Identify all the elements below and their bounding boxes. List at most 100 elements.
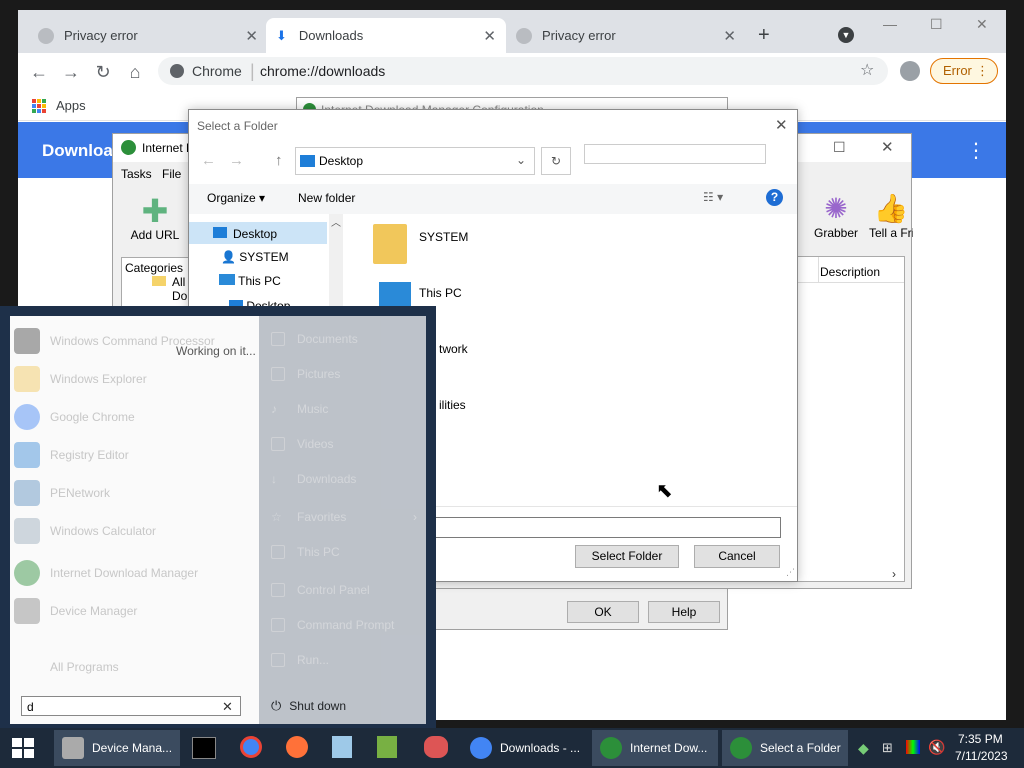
new-folder-button[interactable]: New folder	[298, 191, 355, 205]
back-icon[interactable]: ←	[201, 152, 216, 169]
clear-icon[interactable]: ✕	[222, 699, 233, 715]
folder-name-input[interactable]	[419, 517, 781, 538]
chrome-icon[interactable]	[240, 736, 262, 758]
tell-friend-button[interactable]: 👍 Tell a Fri	[869, 192, 913, 248]
apps-bookmark[interactable]: Apps	[56, 98, 86, 113]
maximize-icon[interactable]: ☐	[930, 16, 943, 33]
menu-file[interactable]: File	[162, 167, 181, 181]
resize-grip-icon[interactable]: ⋰	[786, 567, 795, 578]
address-bar[interactable]: Chrome | chrome://downloads ☆	[158, 57, 888, 85]
all-programs[interactable]: All Programs	[14, 650, 119, 684]
spreadsheet-icon[interactable]	[377, 736, 397, 758]
select-folder-button[interactable]: Select Folder	[575, 545, 679, 568]
star-icon[interactable]: ☆	[860, 60, 874, 80]
taskbar-device-manager[interactable]: Device Mana...	[54, 730, 180, 766]
shutdown-button[interactable]: ⏻ Shut down	[271, 693, 346, 719]
help-icon[interactable]: ?	[766, 189, 783, 206]
run-icon	[271, 653, 285, 667]
help-button[interactable]: Help	[648, 601, 720, 623]
tree-item-this-pc[interactable]: This PC	[219, 274, 281, 288]
back-icon[interactable]: ←	[28, 61, 50, 83]
place-documents[interactable]: Documents	[271, 326, 358, 352]
program-calculator[interactable]: Windows Calculator	[14, 514, 156, 548]
place-pictures[interactable]: Pictures	[271, 361, 340, 387]
location-bar[interactable]: Desktop ⌄	[295, 147, 535, 175]
search-value: d	[27, 700, 34, 714]
ok-button[interactable]: OK	[567, 601, 639, 623]
tab-downloads[interactable]: ⬇ Downloads ✕	[266, 18, 506, 53]
taskbar-idm[interactable]: Internet Dow...	[592, 730, 718, 766]
place-control-panel[interactable]: Control Panel	[271, 577, 370, 603]
organize-button[interactable]: Organize ▾	[207, 191, 265, 205]
tab-privacy-error-1[interactable]: Privacy error ✕	[28, 18, 268, 53]
close-window-icon[interactable]: ✕	[976, 16, 988, 33]
close-icon[interactable]: ✕	[245, 27, 258, 45]
folder-item-utilities[interactable]: ilities	[439, 398, 466, 412]
cmd-icon[interactable]	[192, 737, 216, 759]
computer-icon	[379, 282, 411, 306]
program-idm[interactable]: Internet Download Manager	[14, 556, 198, 590]
search-input[interactable]	[584, 144, 766, 164]
scroll-right-icon[interactable]: ›	[892, 567, 896, 581]
forward-icon[interactable]: →	[60, 61, 82, 83]
place-videos[interactable]: Videos	[271, 431, 333, 457]
paint-icon[interactable]	[424, 736, 448, 758]
network-tray-icon[interactable]: ⊞	[882, 740, 893, 756]
up-icon[interactable]: ↑	[275, 152, 283, 169]
program-device-manager[interactable]: Device Manager	[14, 594, 137, 628]
profile-error-button[interactable]: Error ⋮	[930, 58, 998, 84]
menu-tasks[interactable]: Tasks	[121, 167, 152, 181]
place-this-pc[interactable]: This PC	[271, 539, 340, 565]
idm-title: Internet D	[142, 141, 195, 155]
tab-privacy-error-2[interactable]: Privacy error ✕	[506, 18, 746, 53]
avatar[interactable]	[900, 61, 920, 81]
tell-friend-label: Tell a Fri	[869, 226, 913, 240]
volume-muted-icon[interactable]: 🔇	[928, 739, 945, 756]
documents-icon	[271, 332, 285, 346]
program-penetwork[interactable]: PENetwork	[14, 476, 110, 510]
app-icon[interactable]	[332, 736, 352, 758]
refresh-button[interactable]: ↻	[541, 147, 571, 175]
close-icon[interactable]: ✕	[881, 138, 894, 156]
program-chrome[interactable]: Google Chrome	[14, 400, 135, 434]
place-music[interactable]: ♪ Music	[271, 396, 328, 422]
windows-start-icon[interactable]	[12, 738, 34, 758]
tree-item-desktop[interactable]: Desktop	[189, 222, 327, 244]
places-panel: Documents Pictures ♪ Music Videos ↓ Downlo…	[259, 316, 426, 724]
apps-grid-icon[interactable]	[32, 99, 46, 113]
taskbar-select-folder[interactable]: Select a Folder	[722, 730, 848, 766]
folder-icon	[14, 366, 40, 392]
place-command-prompt[interactable]: Command Prompt	[271, 612, 394, 638]
column-description[interactable]: Description	[820, 265, 880, 279]
firefox-icon[interactable]	[286, 736, 308, 758]
view-options-icon[interactable]: ☷ ▾	[703, 190, 723, 204]
reload-icon[interactable]: ↻	[92, 61, 114, 83]
folder-item-network[interactable]: twork	[439, 342, 468, 356]
new-tab-button[interactable]: +	[758, 24, 770, 47]
program-registry[interactable]: Registry Editor	[14, 438, 129, 472]
cancel-button[interactable]: Cancel	[694, 545, 780, 568]
maximize-icon[interactable]: ☐	[833, 139, 846, 156]
add-url-button[interactable]: ✚ Add URL	[125, 194, 185, 248]
more-menu-icon[interactable]: ⋮	[966, 138, 986, 163]
scroll-up-icon[interactable]: ︿	[331, 214, 341, 229]
tab-label: Downloads	[298, 28, 364, 43]
color-tray-icon[interactable]	[906, 740, 920, 754]
home-icon[interactable]: ⌂	[124, 61, 146, 83]
tab-search-icon[interactable]: ▼	[838, 27, 854, 43]
place-favorites[interactable]: ☆ Favorites ›	[271, 504, 417, 530]
taskbar-downloads[interactable]: Downloads - ...	[462, 730, 588, 766]
close-icon[interactable]: ✕	[775, 116, 788, 134]
program-explorer[interactable]: Windows Explorer	[14, 362, 147, 396]
tree-item-system[interactable]: 👤 SYSTEM	[221, 250, 289, 264]
close-icon[interactable]: ✕	[723, 27, 736, 45]
forward-icon[interactable]: →	[229, 152, 244, 169]
idm-tray-icon[interactable]: ◆	[858, 740, 869, 757]
close-icon[interactable]: ✕	[483, 27, 496, 45]
place-run[interactable]: Run...	[271, 647, 329, 673]
chevron-down-icon[interactable]: ⌄	[516, 153, 526, 167]
minimize-icon[interactable]: —	[883, 16, 897, 32]
grabber-button[interactable]: ✺ Grabber	[809, 192, 863, 248]
start-search-input[interactable]: d ✕	[21, 696, 241, 716]
place-downloads[interactable]: ↓ Downloads	[271, 466, 356, 492]
